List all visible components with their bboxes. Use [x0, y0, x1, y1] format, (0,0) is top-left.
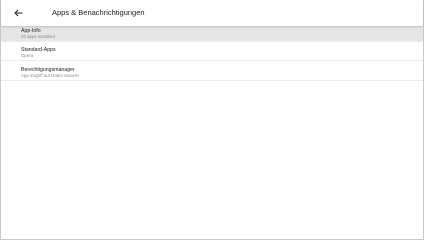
- settings-list: App-Info 20 apps installiert Standard-Ap…: [1, 26, 423, 81]
- item-subtitle: App-Zugriff auf Daten steuern: [21, 73, 79, 78]
- arrow-back-icon: [13, 9, 23, 17]
- settings-item-permission-manager[interactable]: Berechtigungsmanager App-Zugriff auf Dat…: [1, 61, 423, 81]
- settings-item-app-info[interactable]: App-Info 20 apps installiert: [1, 26, 423, 42]
- item-subtitle: Opera: [21, 53, 34, 58]
- item-subtitle: 20 apps installiert: [21, 34, 56, 39]
- app-window: Apps & Benachrichtigungen App-Info 20 ap…: [0, 0, 424, 240]
- settings-item-default-apps[interactable]: Standard-Apps Opera: [1, 42, 423, 61]
- back-button[interactable]: [11, 6, 25, 20]
- top-app-bar: Apps & Benachrichtigungen: [1, 0, 423, 26]
- page-title: Apps & Benachrichtigungen: [52, 8, 145, 17]
